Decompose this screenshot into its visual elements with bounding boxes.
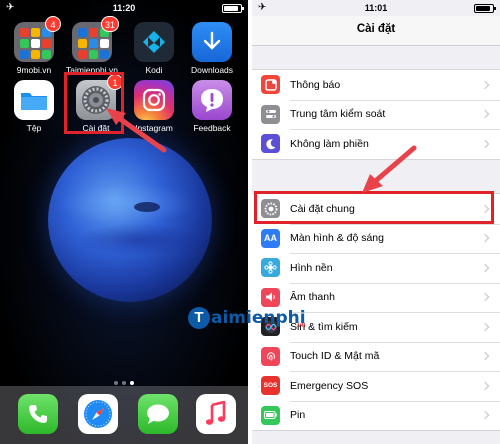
home-status-bar: ✈ 11:20 <box>0 0 248 16</box>
chevron-right-icon <box>480 381 490 390</box>
row-label: Màn hình & độ sáng <box>290 232 384 245</box>
dock <box>0 386 248 444</box>
chevron-right-icon <box>480 80 490 89</box>
folder-icon: 31 <box>72 16 119 62</box>
app-9mobi-folder[interactable]: 4 9mobi.vn <box>8 16 61 75</box>
chevron-right-icon <box>480 322 490 331</box>
highlight-box-general-row <box>254 191 494 224</box>
status-time: 11:01 <box>364 3 388 13</box>
status-time: 11:20 <box>112 3 136 13</box>
battery-icon <box>261 405 280 425</box>
app-label: 9mobi.vn <box>16 65 52 75</box>
notification-badge: 4 <box>45 16 61 32</box>
sound-icon <box>261 287 280 307</box>
dock-music[interactable] <box>190 394 242 434</box>
watermark-text: aimienphi <box>211 308 306 328</box>
settings-group-1: Thông báo Trung tâm kiểm soát Không làm … <box>252 69 500 160</box>
moon-icon <box>261 134 280 154</box>
message-bubble-icon <box>138 394 178 434</box>
watermark-logo: T aimienphi .vn <box>188 307 306 329</box>
home-screen: ✈ 11:20 4 9mobi.vn 31 Taimienphi.vn Kodi… <box>0 0 248 444</box>
row-label: Siri & tìm kiếm <box>290 320 358 333</box>
dock-phone[interactable] <box>12 394 64 434</box>
wallpaper-planet <box>48 138 212 302</box>
app-feedback[interactable]: Feedback <box>186 80 238 133</box>
settings-status-bar: ✈ 11:01 <box>252 0 500 16</box>
app-kodi[interactable]: Kodi <box>128 22 180 75</box>
chevron-right-icon <box>480 293 490 302</box>
chevron-right-icon <box>480 352 490 361</box>
phone-icon <box>18 394 58 434</box>
display-icon: AA <box>261 228 280 248</box>
row-label: Pin <box>290 409 306 422</box>
dock-messages[interactable] <box>132 394 184 434</box>
screenshot-root: { "left_screen": { "statusbar": { "time"… <box>0 0 500 444</box>
chevron-right-icon <box>480 234 490 243</box>
exclamation-bubble-icon <box>192 80 232 120</box>
row-control-center[interactable]: Trung tâm kiểm soát <box>252 99 500 130</box>
app-files[interactable]: Tệp <box>8 80 60 133</box>
instagram-icon <box>134 80 174 120</box>
app-label: Tệp <box>26 123 42 133</box>
kodi-icon <box>134 22 174 62</box>
row-label: Emergency SOS <box>290 379 369 392</box>
row-emergency-sos[interactable]: SOS Emergency SOS <box>252 371 500 401</box>
row-label: Thông báo <box>290 78 341 91</box>
fingerprint-icon <box>261 346 280 366</box>
battery-icon <box>474 4 496 13</box>
row-touch-id[interactable]: Touch ID & Mật mã <box>252 341 500 372</box>
sos-icon: SOS <box>261 376 280 396</box>
row-label: Trung tâm kiểm soát <box>290 108 386 121</box>
app-taimienphi-folder[interactable]: 31 Taimienphi.vn <box>66 16 119 75</box>
watermark-domain: .vn <box>296 322 306 329</box>
row-label: Hình nền <box>290 261 333 274</box>
download-arrow-icon <box>192 22 232 62</box>
chevron-right-icon <box>480 110 490 119</box>
row-label: Âm thanh <box>290 291 335 304</box>
folder-icon: 4 <box>14 16 61 62</box>
highlight-box-settings-app <box>64 72 124 134</box>
notifications-icon <box>261 75 280 95</box>
files-folder-icon <box>14 80 54 120</box>
compass-icon <box>78 394 118 434</box>
music-note-icon <box>196 394 236 434</box>
chevron-right-icon <box>480 139 490 148</box>
page-title: Cài đặt <box>356 23 396 35</box>
app-instagram[interactable]: Instagram <box>128 80 180 133</box>
row-battery[interactable]: Pin <box>252 400 500 431</box>
chevron-right-icon <box>480 263 490 272</box>
control-center-icon <box>261 104 280 124</box>
battery-icon <box>222 4 244 13</box>
row-do-not-disturb[interactable]: Không làm phiền <box>252 129 500 159</box>
app-label: Instagram <box>135 123 173 133</box>
wallpaper-icon <box>261 258 280 278</box>
app-label: Kodi <box>145 65 163 75</box>
app-label: Feedback <box>193 123 231 133</box>
row-display-brightness[interactable]: AA Màn hình & độ sáng <box>252 223 500 254</box>
dock-safari[interactable] <box>72 394 124 434</box>
notification-badge: 31 <box>100 16 119 32</box>
row-label: Không làm phiền <box>290 137 369 150</box>
app-downloads[interactable]: Downloads <box>186 22 238 75</box>
navigation-bar: Cài đặt <box>252 16 500 46</box>
row-label: Touch ID & Mật mã <box>290 350 380 363</box>
watermark-initial: T <box>188 307 210 329</box>
row-wallpaper[interactable]: Hình nền <box>252 253 500 283</box>
row-notifications[interactable]: Thông báo <box>252 70 500 100</box>
chevron-right-icon <box>480 411 490 420</box>
app-label: Downloads <box>190 65 234 75</box>
